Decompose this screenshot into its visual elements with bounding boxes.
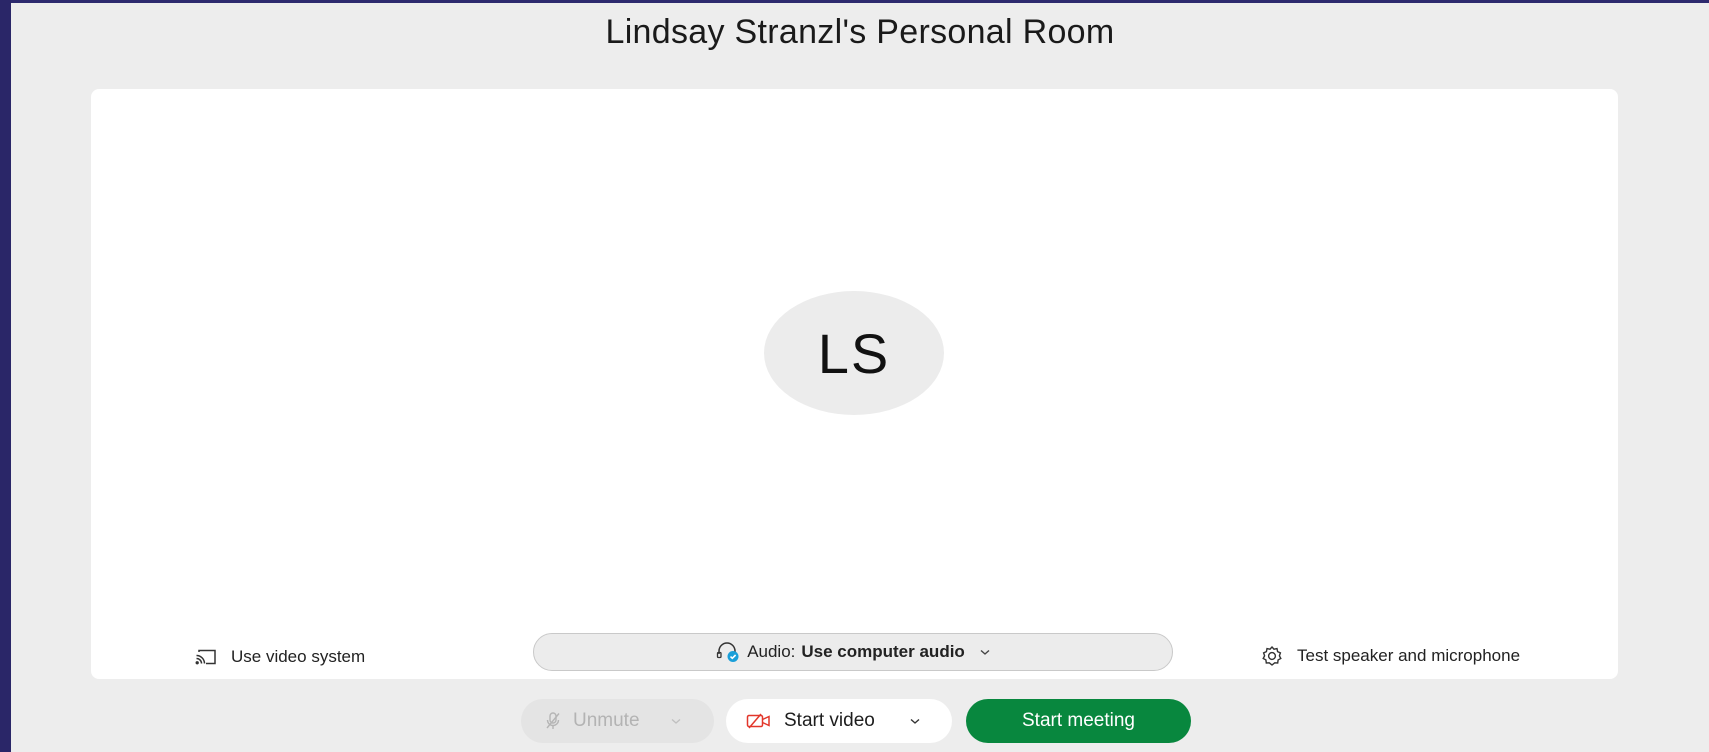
unmute-label: Unmute <box>573 710 640 731</box>
meeting-controls: Unmute Start video Start meeting <box>11 699 1709 745</box>
test-speaker-label: Test speaker and microphone <box>1297 646 1521 665</box>
video-preview-panel: LS Use video system Audio: Use computer … <box>91 89 1618 679</box>
chevron-down-icon[interactable] <box>670 717 682 725</box>
window-edge <box>0 0 11 752</box>
use-video-system-button[interactable]: Use video system <box>195 642 365 672</box>
start-meeting-button[interactable]: Start meeting <box>966 699 1191 743</box>
microphone-muted-icon <box>545 711 561 731</box>
audio-value-label: Use computer audio <box>801 642 965 661</box>
cast-icon <box>195 649 217 665</box>
unmute-button[interactable]: Unmute <box>521 699 714 743</box>
start-video-label: Start video <box>784 710 875 731</box>
meeting-preview-window: Lindsay Stranzl's Personal Room LS Use v… <box>11 3 1709 752</box>
video-off-icon <box>746 712 772 730</box>
headset-check-icon <box>715 641 741 663</box>
start-video-button[interactable]: Start video <box>726 699 952 743</box>
page-title: Lindsay Stranzl's Personal Room <box>605 13 1115 51</box>
test-speaker-microphone-button[interactable]: Test speaker and microphone <box>1261 641 1520 671</box>
chevron-down-icon[interactable] <box>909 717 921 725</box>
gear-icon <box>1261 645 1283 667</box>
audio-select[interactable]: Audio: Use computer audio <box>533 633 1173 671</box>
use-video-system-label: Use video system <box>231 647 366 666</box>
avatar: LS <box>764 291 944 415</box>
audio-prefix-label: Audio: <box>747 642 796 661</box>
chevron-down-icon <box>979 648 991 656</box>
start-meeting-label: Start meeting <box>1022 710 1135 731</box>
